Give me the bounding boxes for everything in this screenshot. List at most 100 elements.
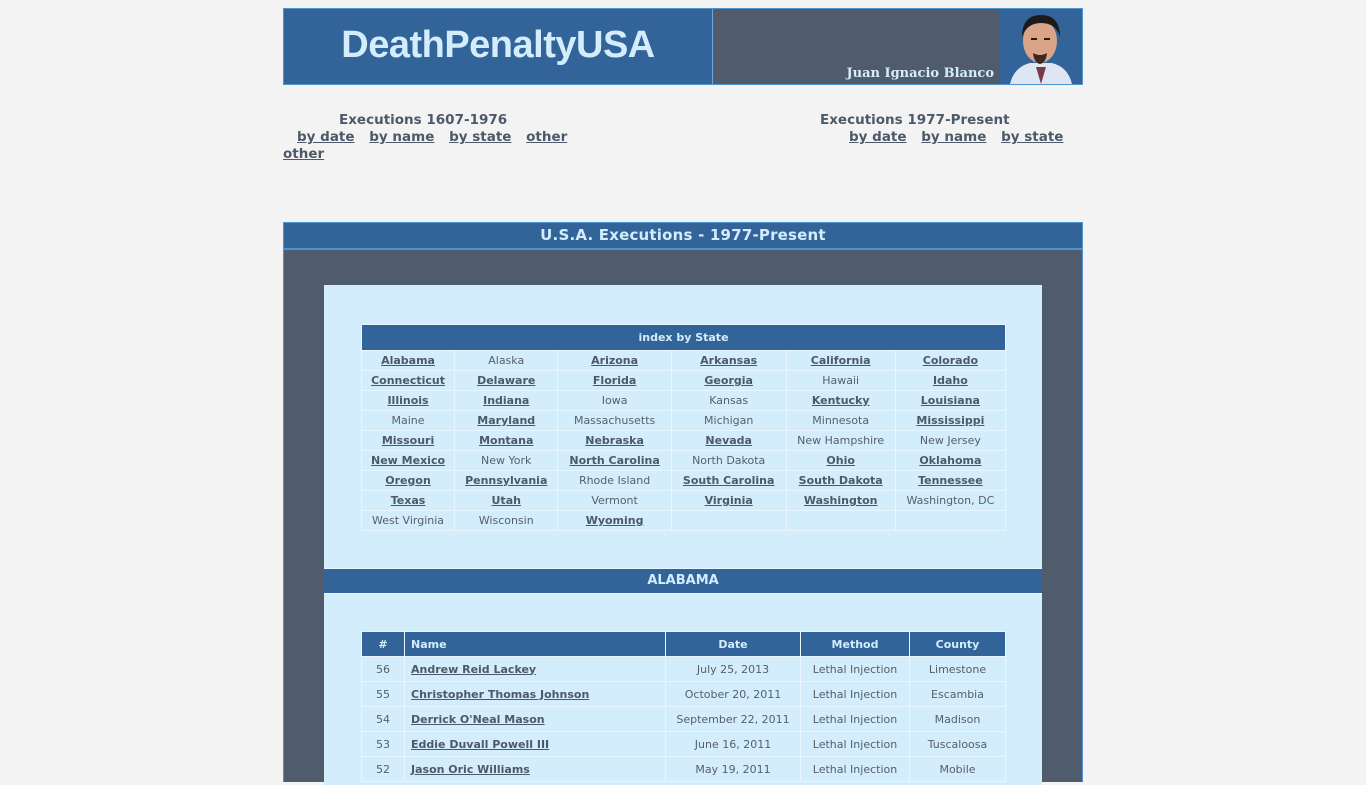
state-index-cell: California (785, 350, 896, 371)
state-link[interactable]: Louisiana (921, 394, 980, 407)
state-label: Maine (391, 414, 425, 427)
state-index-cell: Utah (454, 490, 559, 511)
state-index-cell: Florida (557, 370, 672, 391)
state-link[interactable]: Kentucky (812, 394, 870, 407)
nav-heading-1607-1976: Executions 1607-1976 (339, 112, 508, 128)
execution-number: 56 (361, 656, 405, 682)
state-index-row: West Virginia Wisconsin Wyoming (360, 510, 1007, 531)
state-link[interactable]: South Dakota (799, 474, 883, 487)
execution-name-link[interactable]: Jason Oric Williams (411, 763, 530, 776)
state-index-cell: Idaho (894, 370, 1007, 391)
state-index-cell (894, 510, 1007, 531)
state-link[interactable]: New Mexico (371, 454, 445, 467)
state-link[interactable]: Missouri (382, 434, 434, 447)
execution-row: 54 Derrick O'Neal Mason September 22, 2011… (361, 706, 1006, 732)
state-index-cell: South Carolina (670, 470, 787, 491)
nav-1977-by-name-link[interactable]: by name (921, 129, 986, 145)
state-link[interactable]: Washington (804, 494, 878, 507)
state-index-cell: Colorado (894, 350, 1007, 371)
state-index-cell: Kentucky (785, 390, 896, 411)
state-index-cell: Maine (360, 410, 456, 431)
state-label: Hawaii (822, 374, 860, 387)
execution-name-link[interactable]: Christopher Thomas Johnson (411, 688, 589, 701)
state-link[interactable]: Arizona (591, 354, 638, 367)
state-index-cell: New York (454, 450, 559, 471)
state-link[interactable]: Virginia (705, 494, 753, 507)
state-link[interactable]: Wyoming (586, 514, 644, 527)
state-link[interactable]: Utah (492, 494, 521, 507)
state-index-cell: Maryland (454, 410, 559, 431)
state-index-cell: Alaska (454, 350, 559, 371)
column-header-name: Name (404, 631, 666, 657)
state-index-cell (670, 510, 787, 531)
site-banner: DeathPenaltyUSA Juan Ignacio Blanco (283, 8, 1083, 85)
state-link[interactable]: Nevada (705, 434, 752, 447)
state-link[interactable]: Oregon (385, 474, 431, 487)
nav-1607-by-name-link[interactable]: by name (369, 129, 434, 145)
state-index-table: index by State Alabama Alaska Arizona Arkan… (360, 324, 1007, 531)
state-link[interactable]: South Carolina (683, 474, 775, 487)
main-panel: U.S.A. Executions - 1977-Present index b… (283, 222, 1083, 785)
nav-1607-other-link[interactable]: other (526, 129, 567, 145)
state-index-cell: Missouri (360, 430, 456, 451)
execution-county: Escambia (909, 681, 1006, 707)
state-link[interactable]: Mississippi (916, 414, 984, 427)
nav-1977-by-date-link[interactable]: by date (849, 129, 907, 145)
state-link[interactable]: Ohio (826, 454, 855, 467)
state-link[interactable]: Pennsylvania (465, 474, 547, 487)
name-cell: Andrew Reid Lackey (404, 656, 666, 682)
name-cell: Christopher Thomas Johnson (404, 681, 666, 707)
state-link[interactable]: Texas (391, 494, 426, 507)
state-link[interactable]: Georgia (704, 374, 753, 387)
state-label: North Dakota (692, 454, 766, 467)
state-link[interactable]: Florida (593, 374, 636, 387)
execution-date: June 16, 2011 (665, 731, 801, 757)
state-link[interactable]: Oklahoma (919, 454, 981, 467)
state-index-cell: Michigan (670, 410, 787, 431)
nav-1607-other-link-2[interactable]: other (283, 146, 324, 162)
banner-title-area: DeathPenaltyUSA (284, 9, 713, 84)
state-index-cell: North Carolina (557, 450, 672, 471)
state-link[interactable]: Nebraska (585, 434, 644, 447)
state-index-cell: Mississippi (894, 410, 1007, 431)
state-index-row: New Mexico New York North Carolina North Da… (360, 450, 1007, 471)
state-index-cell: Nebraska (557, 430, 672, 451)
state-index-row: Missouri Montana Nebraska Nevada New Hampshi… (360, 430, 1007, 451)
state-index-cell: Vermont (557, 490, 672, 511)
nav-heading-1977-present: Executions 1977-Present (820, 112, 1010, 128)
state-link[interactable]: Delaware (477, 374, 535, 387)
nav-1607-by-state-link[interactable]: by state (449, 129, 511, 145)
state-index-row: Connecticut Delaware Florida Georgia Hawaii I… (360, 370, 1007, 391)
state-index-cell: Texas (360, 490, 456, 511)
state-label: Alaska (488, 354, 525, 367)
state-link[interactable]: California (811, 354, 871, 367)
state-link[interactable]: Tennessee (918, 474, 983, 487)
state-index-cell: Kansas (670, 390, 787, 411)
state-link[interactable]: Indiana (483, 394, 529, 407)
state-index-cell: Connecticut (360, 370, 456, 391)
state-link[interactable]: Illinois (387, 394, 428, 407)
state-link[interactable]: Alabama (381, 354, 435, 367)
state-link[interactable]: Connecticut (371, 374, 445, 387)
state-link[interactable]: Idaho (933, 374, 968, 387)
execution-name-link[interactable]: Derrick O'Neal Mason (411, 713, 545, 726)
execution-name-link[interactable]: Eddie Duvall Powell III (411, 738, 549, 751)
site-title[interactable]: DeathPenaltyUSA (341, 24, 655, 67)
state-index-cell: Virginia (670, 490, 787, 511)
state-link[interactable]: Colorado (923, 354, 978, 367)
nav-1607-by-date-link[interactable]: by date (297, 129, 355, 145)
state-link[interactable]: Montana (479, 434, 533, 447)
state-index-cell: Nevada (670, 430, 787, 451)
nav-1977-by-state-link[interactable]: by state (1001, 129, 1063, 145)
execution-number: 54 (361, 706, 405, 732)
state-link[interactable]: Arkansas (700, 354, 757, 367)
state-link[interactable]: North Carolina (569, 454, 659, 467)
execution-name-link[interactable]: Andrew Reid Lackey (411, 663, 536, 676)
state-index-cell: Washington (785, 490, 896, 511)
state-index-cell: Iowa (557, 390, 672, 411)
state-index-cell: Arizona (557, 350, 672, 371)
execution-method: Lethal Injection (800, 656, 910, 682)
state-index-cell: Rhode Island (557, 470, 672, 491)
state-index-cell: New Hampshire (785, 430, 896, 451)
state-link[interactable]: Maryland (477, 414, 535, 427)
